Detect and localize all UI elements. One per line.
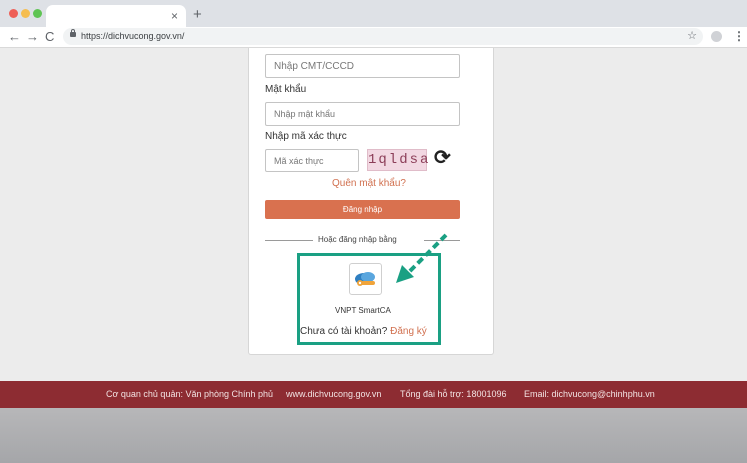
password-label: Mật khẩu — [265, 84, 307, 95]
vnpt-smartca-button[interactable] — [349, 263, 382, 295]
window-minimize-dot[interactable] — [21, 9, 30, 18]
lock-icon — [70, 29, 76, 37]
register-prompt: Chưa có tài khoản? Đăng ký — [300, 326, 427, 337]
address-url[interactable]: https://dichvucong.gov.vn/ — [81, 30, 184, 43]
footer-hotline: Tổng đài hỗ trợ: 18001096 — [400, 389, 507, 399]
window-close-dot[interactable] — [9, 9, 18, 18]
forgot-password-link[interactable]: Quên mật khẩu? — [332, 178, 406, 189]
site-footer: Cơ quan chủ quản: Văn phòng Chính phủ ww… — [0, 381, 747, 408]
id-number-input[interactable] — [265, 54, 460, 78]
profile-avatar[interactable] — [711, 31, 722, 42]
browser-menu-icon[interactable]: ⋮ — [733, 29, 745, 44]
footer-email: Email: dichvucong@chinhphu.vn — [524, 389, 655, 399]
annotation-arrow-icon — [396, 233, 448, 283]
back-icon[interactable]: ← — [8, 28, 21, 46]
window-maximize-dot[interactable] — [33, 9, 42, 18]
smartca-key-icon — [355, 272, 375, 286]
footer-agency: Cơ quan chủ quản: Văn phòng Chính phủ — [106, 389, 274, 399]
reload-icon[interactable]: C — [45, 28, 54, 46]
captcha-input[interactable] — [265, 149, 359, 172]
divider-left — [265, 240, 313, 241]
or-login-with-text: Hoặc đăng nhập bằng — [318, 235, 397, 244]
footer-website-link[interactable]: www.dichvucong.gov.vn — [286, 389, 381, 399]
captcha-image: 1qldsa — [367, 149, 428, 171]
tab-close-icon[interactable]: × — [171, 7, 178, 25]
no-account-text: Chưa có tài khoản? — [300, 326, 388, 337]
browser-toolbar: ← → C https://dichvucong.gov.vn/ ☆ — [0, 27, 747, 48]
login-button[interactable]: Đăng nhập — [265, 200, 460, 219]
page-bottom-background — [0, 408, 747, 463]
refresh-captcha-icon[interactable]: ⟳ — [434, 147, 451, 169]
new-tab-icon[interactable]: + — [193, 6, 202, 24]
forward-icon[interactable]: → — [26, 28, 39, 46]
address-bar[interactable]: https://dichvucong.gov.vn/ ☆ — [63, 28, 703, 45]
captcha-label: Nhập mã xác thực — [265, 131, 347, 142]
browser-tab-bar: × + — [0, 0, 747, 27]
browser-tab[interactable]: × — [46, 5, 186, 27]
password-input[interactable] — [265, 102, 460, 126]
bookmark-star-icon[interactable]: ☆ — [687, 28, 697, 45]
register-link[interactable]: Đăng ký — [390, 326, 427, 337]
smartca-label: VNPT SmartCA — [335, 306, 391, 315]
